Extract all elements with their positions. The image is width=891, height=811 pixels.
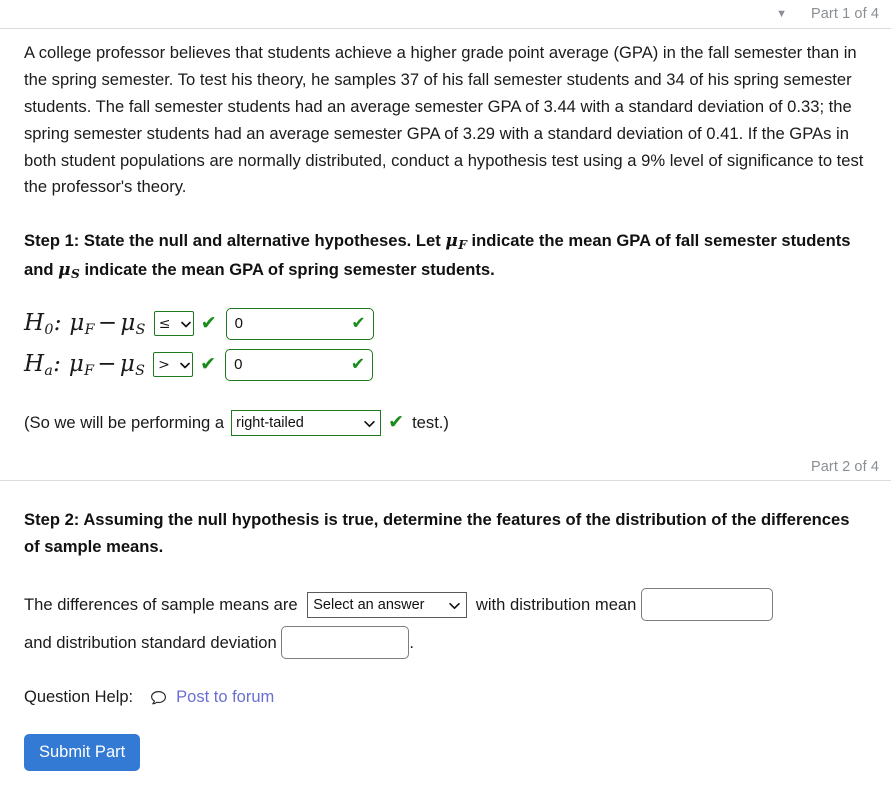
tail-type-check-icon: ✔ xyxy=(388,411,405,434)
alternative-answer-input[interactable] xyxy=(225,348,374,381)
tail-select-wrap: Select an answerleft-tailedright-tailedt… xyxy=(224,409,382,436)
post-to-forum-link[interactable]: Post to forum xyxy=(176,685,274,711)
problem-statement: A college professor believes that studen… xyxy=(24,43,864,197)
speech-bubble-icon[interactable] xyxy=(150,690,167,706)
question-page: ▼ Part 1 of 4 A college professor believ… xyxy=(0,0,891,811)
part-1-header: ▼ Part 1 of 4 xyxy=(0,0,891,28)
submit-part-button[interactable]: Submit Part xyxy=(24,733,141,771)
part-2-label: Part 2 of 4 xyxy=(811,458,879,475)
null-answer-box: ✔ xyxy=(225,307,374,340)
tail-prefix-text: (So we will be performing a xyxy=(24,412,225,432)
caret-down-icon[interactable]: ▼ xyxy=(776,8,787,20)
alternative-operator-select[interactable]: =≠<>≤≥ xyxy=(153,352,194,378)
tail-type-line: (So we will be performing a Select an an… xyxy=(24,409,869,436)
distribution-select[interactable]: Select an answernormally distributednot … xyxy=(307,591,468,618)
null-operator-check-icon: ✔ xyxy=(200,312,217,335)
null-answer-input[interactable] xyxy=(225,307,374,340)
dist-line-prefix: The differences of sample means are xyxy=(24,594,298,614)
part-2-divider xyxy=(0,479,891,481)
mu-spring-symbol: μS xyxy=(58,259,80,282)
distribution-mean-input[interactable] xyxy=(641,587,774,621)
step-1-heading-part-1: Step 1: State the null and alternative h… xyxy=(24,231,446,251)
alternative-hypothesis-expression: Ha: μF − μS xyxy=(24,350,146,379)
hypotheses-block: H0: μF−μS =≠<>≤≥ ✔ ✔ Ha: μF−μS =≠<>≤≥ xyxy=(24,305,869,384)
dist-line-mid: with distribution mean xyxy=(475,594,637,614)
dist-line-2-prefix: and distribution standard deviation xyxy=(24,632,277,652)
step-2-fields: The differences of sample means are Sele… xyxy=(24,585,869,662)
null-operator-select[interactable]: =≠<>≤≥ xyxy=(153,311,194,337)
alternative-operator-select-wrap: =≠<>≤≥ xyxy=(153,352,194,378)
question-help-label: Question Help: xyxy=(24,688,134,707)
step-2-heading: Step 2: Assuming the null hypothesis is … xyxy=(24,509,850,556)
tail-type-select[interactable]: Select an answerleft-tailedright-tailedt… xyxy=(231,409,382,436)
mu-spring-subscript: S xyxy=(71,267,80,282)
part-2-header: Part 2 of 4 xyxy=(0,454,891,480)
tail-suffix-text: test.) xyxy=(412,412,449,432)
step-1-heading: Step 1: State the null and alternative h… xyxy=(24,227,869,285)
mu-fall-subscript: F xyxy=(458,238,467,253)
null-operator-select-wrap: =≠<>≤≥ xyxy=(153,311,194,337)
question-help: Question Help: Post to forum xyxy=(24,685,869,711)
alternative-operator-check-icon: ✔ xyxy=(200,353,217,376)
part-1-label: Part 1 of 4 xyxy=(811,5,879,22)
header-divider xyxy=(0,28,891,29)
mu-fall-symbol: μF xyxy=(445,230,467,253)
alternative-hypothesis-row: Ha: μF−μS =≠<>≤≥ ✔ ✔ xyxy=(24,346,869,384)
dist-line-2-suffix: . xyxy=(409,632,415,652)
alternative-answer-box: ✔ xyxy=(225,348,374,381)
null-hypothesis-row: H0: μF−μS =≠<>≤≥ ✔ ✔ xyxy=(24,305,869,343)
submit-row: Submit Part xyxy=(24,711,869,771)
null-hypothesis-expression: H0: μF − μS xyxy=(24,309,146,338)
dist-select-wrap: Select an answernormally distributednot … xyxy=(307,591,468,618)
distribution-sd-input[interactable] xyxy=(281,625,410,659)
step-1-heading-part-3: indicate the mean GPA of spring semester… xyxy=(79,260,495,280)
